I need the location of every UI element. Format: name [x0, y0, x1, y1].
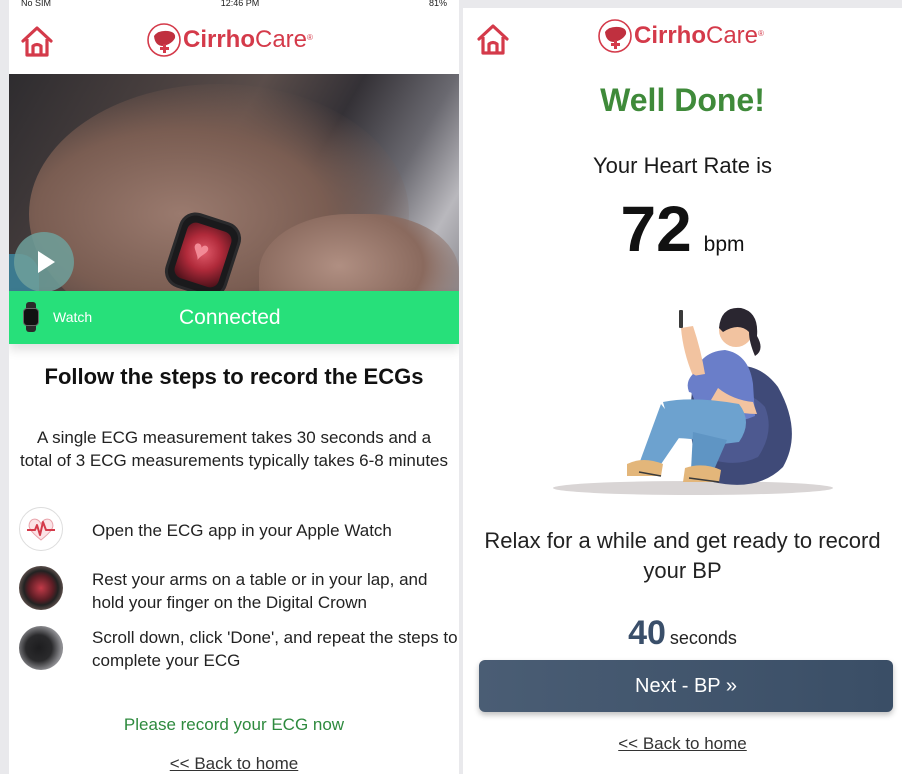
back-to-home-link[interactable]: << Back to home — [463, 734, 902, 754]
liver-logo-icon — [598, 19, 632, 53]
step-text-2: Rest your arms on a table or in your lap… — [92, 570, 428, 612]
countdown-timer: 40 seconds — [463, 614, 902, 653]
logo-text: CirrhoCare® — [183, 26, 313, 53]
home-icon[interactable] — [19, 24, 55, 60]
steps-description: A single ECG measurement takes 30 second… — [19, 428, 448, 470]
watch-done-photo-icon — [19, 626, 63, 670]
heart-rate-value: 72 — [620, 193, 692, 265]
record-prompt: Please record your ECG now — [123, 715, 345, 734]
battery-label: 81% — [428, 0, 447, 8]
heart-rate-label: Your Heart Rate is — [593, 153, 772, 178]
countdown-value: 40 — [628, 614, 666, 652]
liver-logo-icon — [147, 23, 181, 57]
heart-rate-result-screen: CirrhoCare® Well Done! Your Heart Rate i… — [463, 8, 902, 774]
carrier-label: No SIM — [21, 0, 52, 8]
step-text-3: Scroll down, click 'Done', and repeat th… — [92, 628, 458, 670]
clock-label: 12:46 PM — [220, 0, 260, 8]
steps-title: Follow the steps to record the ECGs — [44, 364, 424, 389]
success-heading: Well Done! — [600, 82, 765, 118]
app-header: CirrhoCare® — [9, 10, 459, 74]
status-bar: No SIM 12:46 PM 81% — [9, 0, 459, 10]
watch-photo-icon — [19, 566, 63, 610]
countdown-unit: seconds — [669, 628, 737, 648]
play-icon — [38, 251, 55, 273]
play-button[interactable] — [14, 232, 74, 292]
logo-text: CirrhoCare® — [634, 22, 764, 49]
step-text-1: Open the ECG app in your Apple Watch — [92, 521, 392, 540]
app-comparison: No SIM 12:46 PM 81% CirrhoCare® ♥ Watch … — [0, 0, 902, 774]
ecg-instructions-screen: No SIM 12:46 PM 81% CirrhoCare® ♥ Watch … — [9, 0, 459, 774]
back-to-home-link[interactable]: << Back to home — [19, 754, 449, 774]
home-icon[interactable] — [475, 22, 511, 58]
ecg-tutorial-video[interactable]: ♥ — [9, 74, 459, 291]
cirrhocare-logo: CirrhoCare® — [146, 22, 313, 58]
device-label: Watch — [53, 309, 93, 325]
ecg-heart-icon — [19, 507, 63, 551]
heart-rate-reading: 72 bpm — [463, 192, 902, 266]
heart-rate-unit: bpm — [703, 233, 745, 256]
relax-instruction: Relax for a while and get ready to recor… — [484, 528, 881, 583]
next-bp-button[interactable]: Next - BP » — [479, 660, 893, 712]
relaxing-woman-illustration — [553, 307, 833, 495]
connection-status-text: Connected — [179, 306, 281, 329]
connection-status-bar: Watch Connected — [9, 291, 459, 344]
cirrhocare-logo: CirrhoCare® — [597, 18, 764, 54]
heart-icon: ♥ — [187, 233, 214, 268]
watch-icon — [23, 302, 39, 332]
